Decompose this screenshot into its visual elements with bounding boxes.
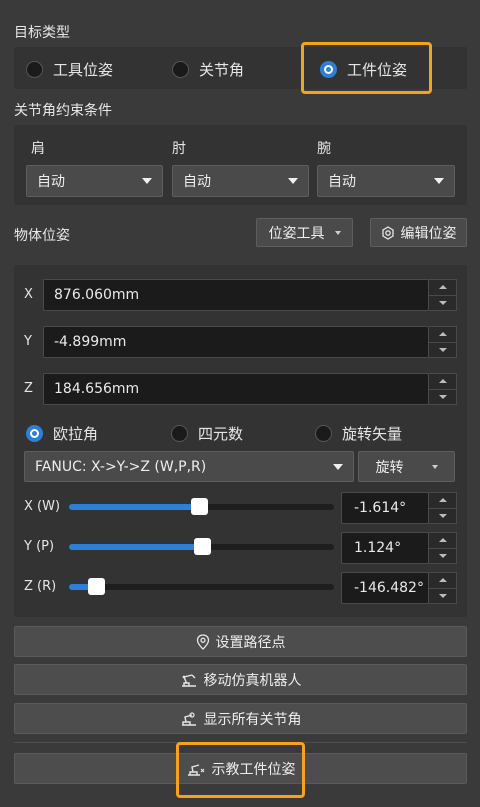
object-pose-panel: X 876.060mm Y -4.899mm Z 184.656mm 欧拉角 四…: [14, 265, 467, 617]
radio-quaternion-label: 四元数: [198, 425, 244, 443]
edit-pose-label: 编辑位姿: [400, 225, 457, 242]
shoulder-dropdown[interactable]: 自动: [26, 165, 163, 197]
rotation-y-value: 1.124°: [354, 540, 402, 556]
y-axis-label: Y: [24, 334, 32, 349]
increment-arrow-icon[interactable]: [429, 573, 456, 588]
rotation-z-label: Z (R): [24, 579, 57, 594]
rotation-z-stepper[interactable]: [429, 572, 457, 604]
set-waypoint-label: 设置路径点: [215, 634, 286, 651]
shoulder-label: 肩: [31, 141, 45, 157]
rotation-z-slider-handle[interactable]: [88, 578, 105, 595]
y-position-stepper[interactable]: [429, 326, 457, 358]
decrement-arrow-icon[interactable]: [429, 547, 456, 564]
increment-arrow-icon[interactable]: [429, 374, 456, 389]
radio-euler-indicator: [26, 425, 43, 442]
show-all-joints-label: 显示所有关节角: [203, 711, 302, 728]
rotation-x-slider[interactable]: [69, 498, 334, 515]
radio-quaternion-indicator: [171, 425, 188, 442]
rotation-y-slider[interactable]: [69, 538, 334, 555]
radio-euler-angles[interactable]: 欧拉角: [26, 423, 98, 444]
set-waypoint-button[interactable]: 设置路径点: [14, 626, 467, 657]
shoulder-dropdown-value: 自动: [37, 174, 65, 190]
show-all-joints-button[interactable]: 显示所有关节角: [14, 703, 467, 734]
chevron-down-icon: [288, 178, 298, 184]
workpiece-pose-highlight: [301, 42, 432, 94]
rotation-z-input[interactable]: -146.482°: [341, 572, 429, 604]
y-position-input[interactable]: -4.899mm: [43, 326, 429, 358]
rotation-y-stepper[interactable]: [429, 532, 457, 564]
rotation-y-slider-fill: [69, 544, 202, 550]
wrist-dropdown[interactable]: 自动: [317, 165, 455, 197]
robot-joints-icon: [180, 711, 198, 727]
chevron-down-icon: [431, 464, 438, 469]
chevron-down-icon: [434, 178, 444, 184]
pose-tool-label: 位姿工具: [268, 225, 325, 242]
rotation-y-input[interactable]: 1.124°: [341, 532, 429, 564]
teach-workpiece-pose-highlight: [176, 742, 305, 798]
move-sim-robot-label: 移动仿真机器人: [203, 672, 302, 689]
x-position-input[interactable]: 876.060mm: [43, 279, 429, 311]
rotation-y-slider-handle[interactable]: [194, 538, 211, 555]
decrement-arrow-icon[interactable]: [429, 507, 456, 524]
wrist-dropdown-value: 自动: [328, 174, 356, 190]
increment-arrow-icon[interactable]: [429, 280, 456, 295]
radio-tool-pose-indicator: [26, 61, 43, 78]
rotation-x-value: -1.614°: [354, 500, 407, 516]
object-pose-title: 物体位姿: [14, 228, 70, 244]
x-axis-label: X: [24, 287, 33, 302]
rotation-x-stepper[interactable]: [429, 492, 457, 524]
elbow-dropdown[interactable]: 自动: [172, 165, 309, 197]
x-position-value: 876.060mm: [54, 287, 140, 303]
elbow-label: 肘: [172, 141, 186, 157]
robot-arm-icon: [180, 672, 198, 688]
rotate-button[interactable]: 旋转: [358, 451, 455, 482]
radio-joint-angle-label: 关节角: [199, 61, 245, 79]
euler-convention-value: FANUC: X->Y->Z (W,P,R): [35, 458, 207, 475]
x-position-stepper[interactable]: [429, 279, 457, 311]
rotation-z-value: -146.482°: [354, 580, 424, 596]
chevron-down-icon: [142, 178, 152, 184]
move-sim-robot-button[interactable]: 移动仿真机器人: [14, 664, 467, 695]
decrement-arrow-icon[interactable]: [429, 587, 456, 604]
radio-quaternion[interactable]: 四元数: [171, 423, 243, 444]
z-position-input[interactable]: 184.656mm: [43, 373, 429, 405]
joint-constraints-title: 关节角约束条件: [14, 103, 112, 119]
rotation-x-input[interactable]: -1.614°: [341, 492, 429, 524]
radio-joint-angle-indicator: [172, 61, 189, 78]
radio-joint-angle[interactable]: 关节角: [172, 59, 244, 80]
wrist-label: 腕: [317, 141, 331, 157]
euler-convention-dropdown[interactable]: FANUC: X->Y->Z (W,P,R): [24, 451, 354, 482]
radio-tool-pose[interactable]: 工具位姿: [26, 59, 113, 80]
rotation-y-label: Y (P): [24, 539, 55, 554]
increment-arrow-icon[interactable]: [429, 493, 456, 508]
radio-euler-label: 欧拉角: [53, 425, 99, 443]
rotation-z-slider[interactable]: [69, 578, 334, 595]
z-axis-label: Z: [24, 381, 33, 396]
radio-rotation-vector-indicator: [315, 425, 332, 442]
decrement-arrow-icon[interactable]: [429, 341, 456, 358]
decrement-arrow-icon[interactable]: [429, 388, 456, 405]
rotation-x-slider-handle[interactable]: [191, 498, 208, 515]
decrement-arrow-icon[interactable]: [429, 294, 456, 311]
edit-pose-button[interactable]: 编辑位姿: [370, 218, 467, 247]
rotation-x-label: X (W): [24, 499, 61, 514]
z-position-value: 184.656mm: [54, 381, 140, 397]
rotate-label: 旋转: [375, 459, 404, 476]
rotation-x-slider-fill: [69, 504, 199, 510]
gear-icon: [381, 225, 395, 240]
radio-rotation-vector-label: 旋转矢量: [342, 425, 403, 443]
radio-rotation-vector[interactable]: 旋转矢量: [315, 423, 402, 444]
radio-tool-pose-label: 工具位姿: [53, 61, 114, 79]
y-position-value: -4.899mm: [54, 334, 127, 350]
increment-arrow-icon[interactable]: [429, 533, 456, 548]
pose-tool-button[interactable]: 位姿工具: [256, 218, 353, 247]
elbow-dropdown-value: 自动: [183, 174, 211, 190]
target-type-title: 目标类型: [14, 25, 70, 41]
z-position-stepper[interactable]: [429, 373, 457, 405]
chevron-down-icon: [334, 230, 341, 235]
location-pin-icon: [196, 633, 210, 650]
increment-arrow-icon[interactable]: [429, 327, 456, 342]
chevron-down-icon: [333, 463, 343, 470]
joint-constraints-panel: 肩 肘 腕 自动 自动 自动: [14, 125, 467, 205]
